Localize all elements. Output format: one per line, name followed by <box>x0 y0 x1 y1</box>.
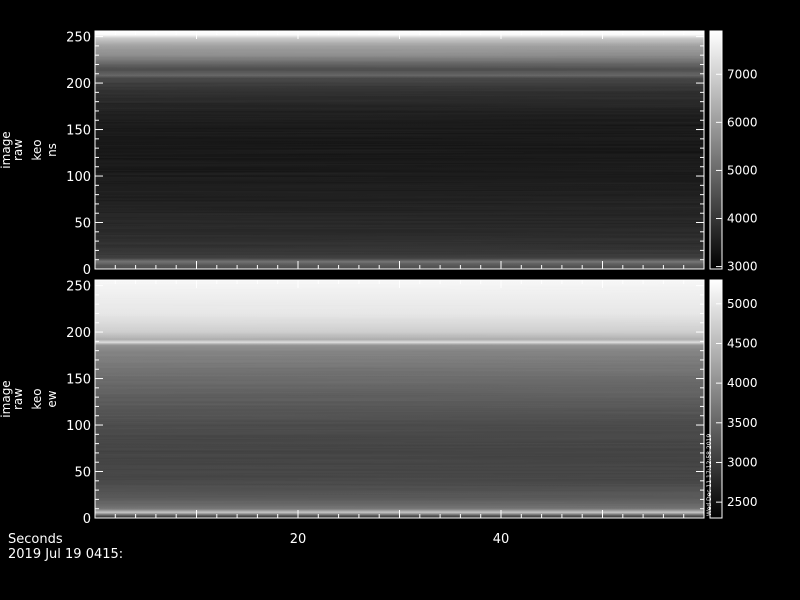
top-ylabel: keo <box>30 139 44 160</box>
bottom-ylabel: keo <box>30 388 44 409</box>
colorbar-tick-label: 3000 <box>727 455 758 469</box>
colorbar-tick-label: 5000 <box>727 297 758 311</box>
x-tick-label: 40 <box>493 532 510 547</box>
y-tick-label: 250 <box>66 280 91 295</box>
bottom-heatmap-texture <box>95 280 704 518</box>
top-ylabel: ns <box>45 143 59 157</box>
colorbar-tick-label: 3500 <box>727 416 758 430</box>
colorbar-tick-label: 2500 <box>727 495 758 509</box>
colorbar-tick-label: 4500 <box>727 336 758 350</box>
y-tick-label: 100 <box>66 419 91 434</box>
bottom-panel: 050100150200250 image raw keo ew 2500300… <box>0 279 758 527</box>
top-ylabel: raw <box>11 139 25 161</box>
y-tick-label: 50 <box>74 466 91 481</box>
y-tick-label: 100 <box>66 170 91 185</box>
colorbar-tick-label: 7000 <box>727 67 758 81</box>
y-tick-label: 250 <box>66 31 91 46</box>
x-tick-label: 20 <box>290 532 307 547</box>
y-tick-label: 200 <box>66 326 91 341</box>
bottom-ylabel: ew <box>45 390 59 407</box>
y-tick-label: 0 <box>83 263 91 278</box>
colorbar-timestamp: Wed Dec 11 17:12:58 2019 <box>706 434 713 516</box>
x-axis-label: Seconds <box>8 532 63 547</box>
colorbar-tick-label: 4000 <box>727 212 758 226</box>
y-tick-label: 200 <box>66 77 91 92</box>
top-heatmap-texture <box>95 31 704 269</box>
top-panel: 050100150200250 image raw keo ns 3000400… <box>0 30 758 278</box>
colorbar-tick-label: 3000 <box>727 260 758 274</box>
colorbar-tick-label: 5000 <box>727 163 758 177</box>
bottom-ylabel: raw <box>11 388 25 410</box>
colorbar-tick-label: 4000 <box>727 376 758 390</box>
y-tick-label: 150 <box>66 124 91 139</box>
x-axis-tick-labels: 20 40 <box>290 532 510 547</box>
date-label: 2019 Jul 19 0415: <box>8 547 123 562</box>
y-tick-label: 150 <box>66 373 91 388</box>
colorbar-tick-label: 6000 <box>727 115 758 129</box>
y-tick-label: 50 <box>74 217 91 232</box>
keogram-figure: 050100150200250 image raw keo ns 3000400… <box>0 30 758 562</box>
top-colorbar <box>709 30 723 270</box>
y-tick-label: 0 <box>83 512 91 527</box>
